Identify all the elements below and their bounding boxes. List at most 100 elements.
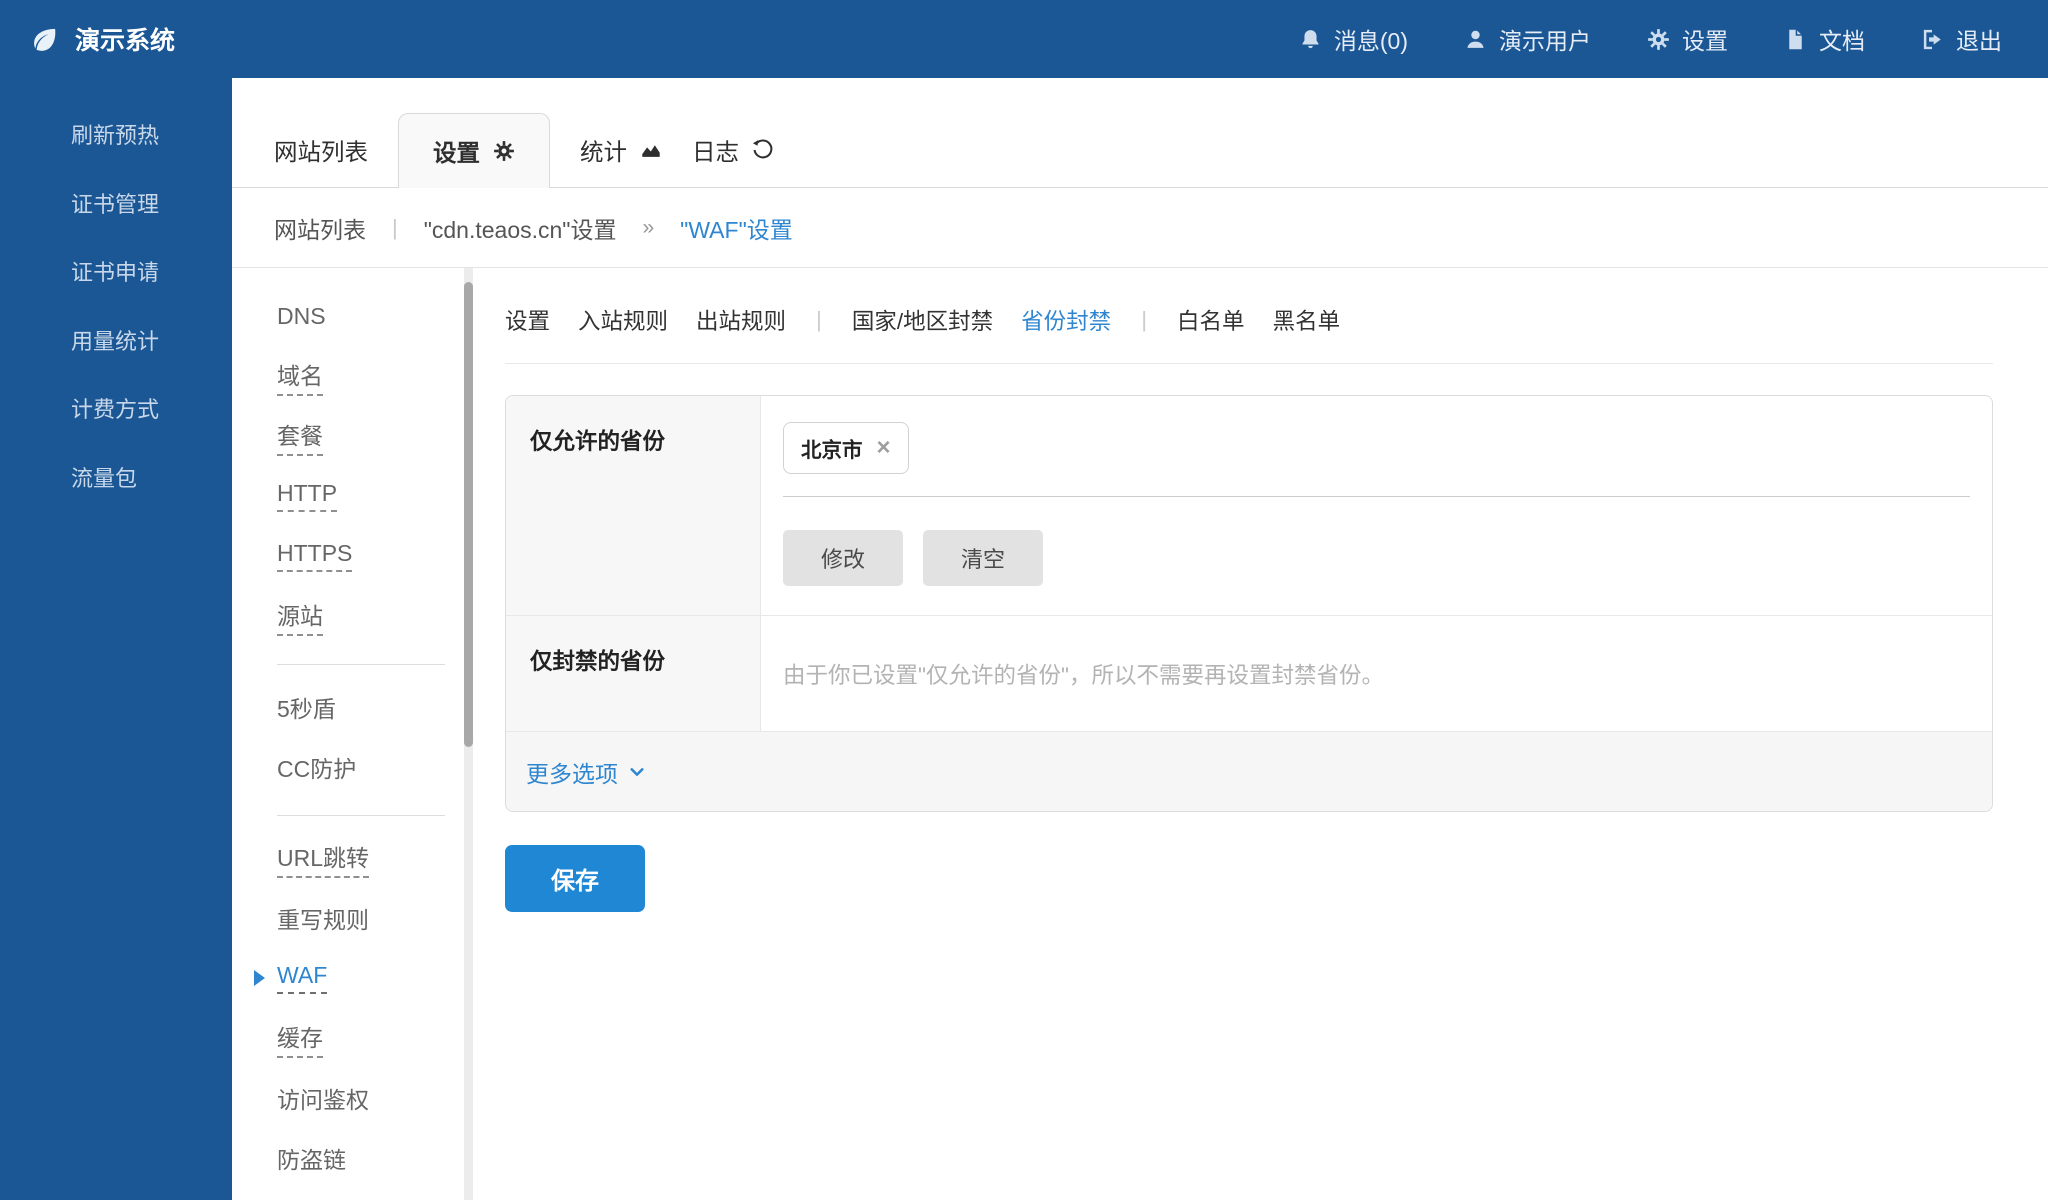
subnav-item-domain[interactable]: 域名	[277, 346, 464, 406]
subnav-item-waf[interactable]: WAF	[277, 948, 464, 1008]
subnav-item-label: DNS	[277, 303, 326, 330]
scrollbar-thumb[interactable]	[464, 282, 473, 747]
subnav-item-https[interactable]: HTTPS	[277, 526, 464, 586]
sidebar-item-label: 刷新预热	[71, 118, 159, 150]
tab-label: 日志	[692, 133, 739, 167]
subnav-item-plan[interactable]: 套餐	[277, 406, 464, 466]
province-tag[interactable]: 北京市 ×	[783, 422, 909, 474]
more-options-row: 更多选项	[506, 732, 1992, 811]
breadcrumb-site-settings[interactable]: "cdn.teaos.cn"设置	[424, 211, 617, 245]
waf-panel: 设置入站规则出站规则|国家/地区封禁省份封禁|白名单黑名单 仅允许的省份 北京市…	[473, 268, 2048, 1200]
sidebar-item-refresh-prewarm[interactable]: 刷新预热	[0, 100, 232, 169]
save-button[interactable]: 保存	[505, 845, 645, 912]
subnav-item-five-sec-shield[interactable]: 5秒盾	[277, 677, 464, 737]
more-options-link[interactable]: 更多选项	[526, 755, 646, 789]
brand-label: 演示系统	[75, 21, 175, 57]
subtab-blacklist[interactable]: 黑名单	[1273, 304, 1341, 336]
subnav-scrollbar[interactable]	[464, 268, 473, 1200]
gear-icon	[1647, 28, 1670, 51]
tabs-row: 网站列表 设置 统计日志	[232, 78, 2048, 188]
subtab-country-block[interactable]: 国家/地区封禁	[852, 304, 993, 336]
sidebar-item-cert-apply[interactable]: 证书申请	[0, 237, 232, 306]
subnav-item-label: 源站	[277, 597, 323, 636]
tab-settings[interactable]: 设置	[398, 113, 550, 188]
sidebar-item-label: 流量包	[71, 461, 137, 493]
topbar-item-user[interactable]: 演示用户	[1464, 22, 1591, 56]
allowed-provinces-label: 仅允许的省份	[506, 396, 761, 615]
subnav-item-anti-leech[interactable]: 防盗链	[277, 1128, 464, 1188]
breadcrumb-separator: |	[392, 215, 398, 241]
sidebar-item-label: 用量统计	[71, 324, 159, 356]
site-settings-subnav: DNS 域名套餐 HTTP HTTPS 源站 5秒盾 CC防护 URL跳转重写规则 WAF 缓存访…	[232, 268, 464, 1200]
user-icon	[1464, 28, 1487, 51]
topbar-item-settings[interactable]: 设置	[1647, 22, 1728, 56]
sidebar-item-label: 证书申请	[71, 255, 159, 287]
subnav-divider	[277, 815, 445, 816]
tab-label: 设置	[433, 134, 480, 168]
province-input-underline[interactable]	[783, 496, 1970, 497]
topbar-item-label: 消息(0)	[1334, 22, 1408, 56]
subnav-item-label: CC防护	[277, 750, 356, 784]
subtab-outbound-rules[interactable]: 出站规则	[696, 304, 786, 336]
sidebar: 概览CDN加速刷新预热证书管理证书申请用量统计计费方式流量包负载均衡WAF安全D…	[0, 78, 232, 1200]
subnav-item-label: HTTPS	[277, 540, 352, 572]
subnav-item-cache[interactable]: 缓存	[277, 1008, 464, 1068]
tab-label: 网站列表	[274, 133, 368, 167]
chart-area-icon	[640, 139, 662, 161]
tab-stats[interactable]: 统计	[580, 113, 662, 187]
topbar-item-label: 设置	[1682, 22, 1728, 56]
tag-close-icon[interactable]: ×	[877, 436, 891, 460]
topbar-menu: 消息(0) 演示用户 设置 文档 退出	[1299, 22, 2002, 56]
subnav-item-label: 缓存	[277, 1019, 323, 1058]
app: 演示系统 消息(0)演示用户设置文档退出 概览CDN加速刷新预热证书管理证书申请…	[0, 0, 2048, 1200]
subtab-province-block[interactable]: 省份封禁	[1021, 304, 1111, 336]
subnav-item-label: 访问鉴权	[277, 1081, 369, 1115]
subtab-settings[interactable]: 设置	[505, 304, 550, 336]
topbar-item-logout[interactable]: 退出	[1921, 22, 2002, 56]
subnav-item-label: 重写规则	[277, 901, 369, 935]
chevron-down-icon	[628, 763, 646, 781]
breadcrumb: 网站列表|"cdn.teaos.cn"设置»"WAF"设置	[232, 188, 2048, 268]
more-options-label: 更多选项	[526, 755, 618, 789]
subnav-item-origin[interactable]: 源站	[277, 586, 464, 646]
subtab-whitelist[interactable]: 白名单	[1177, 304, 1245, 336]
modify-button[interactable]: 修改	[783, 530, 903, 586]
topbar-item-label: 文档	[1819, 22, 1865, 56]
main-content: 网站列表设置统计日志 网站列表|"cdn.teaos.cn"设置»"WAF"设置…	[232, 78, 2048, 1200]
gear-icon	[493, 140, 515, 162]
topbar-item-label: 演示用户	[1499, 22, 1591, 56]
breadcrumb-arrow: »	[642, 216, 654, 240]
banned-provinces-cell: 由于你已设置"仅允许的省份"，所以不需要再设置封禁省份。	[761, 616, 1992, 731]
topbar: 演示系统 消息(0) 演示用户 设置 文档 退出	[0, 0, 2048, 78]
subnav-item-dns[interactable]: DNS	[277, 286, 464, 346]
subnav-item-label: WAF	[277, 962, 327, 994]
tab-site-list[interactable]: 网站列表	[274, 113, 368, 187]
province-buttons: 修改 清空	[783, 530, 1970, 586]
signout-icon	[1921, 28, 1944, 51]
subtab-inbound-rules[interactable]: 入站规则	[578, 304, 668, 336]
banned-provinces-placeholder: 由于你已设置"仅允许的省份"，所以不需要再设置封禁省份。	[783, 658, 1384, 690]
subnav-item-label: HTTP	[277, 480, 337, 512]
brand[interactable]: 演示系统	[30, 21, 175, 57]
subnav-item-label: 防盗链	[277, 1141, 346, 1175]
topbar-item-docs[interactable]: 文档	[1784, 22, 1865, 56]
topbar-item-messages[interactable]: 消息(0)	[1299, 22, 1408, 56]
province-tag-label: 北京市	[801, 433, 863, 463]
sidebar-item-cert-manage[interactable]: 证书管理	[0, 169, 232, 238]
subnav-divider	[277, 664, 445, 665]
sidebar-item-traffic-package[interactable]: 流量包	[0, 443, 232, 512]
file-icon	[1784, 28, 1807, 51]
waf-subtabs: 设置入站规则出站规则|国家/地区封禁省份封禁|白名单黑名单	[505, 268, 1993, 364]
subnav-item-cc-protect[interactable]: CC防护	[277, 737, 464, 797]
subnav-item-access-auth[interactable]: 访问鉴权	[277, 1068, 464, 1128]
sidebar-item-billing-mode[interactable]: 计费方式	[0, 374, 232, 443]
subnav-item-url-redirect[interactable]: URL跳转	[277, 828, 464, 888]
tab-logs[interactable]: 日志	[692, 113, 774, 187]
sidebar-item-usage-stats[interactable]: 用量统计	[0, 306, 232, 375]
breadcrumb-site-list[interactable]: 网站列表	[274, 211, 366, 245]
subnav-item-rewrite-rules[interactable]: 重写规则	[277, 888, 464, 948]
subtab-separator: |	[814, 307, 824, 333]
history-icon	[752, 139, 774, 161]
clear-button[interactable]: 清空	[923, 530, 1043, 586]
subnav-item-http[interactable]: HTTP	[277, 466, 464, 526]
